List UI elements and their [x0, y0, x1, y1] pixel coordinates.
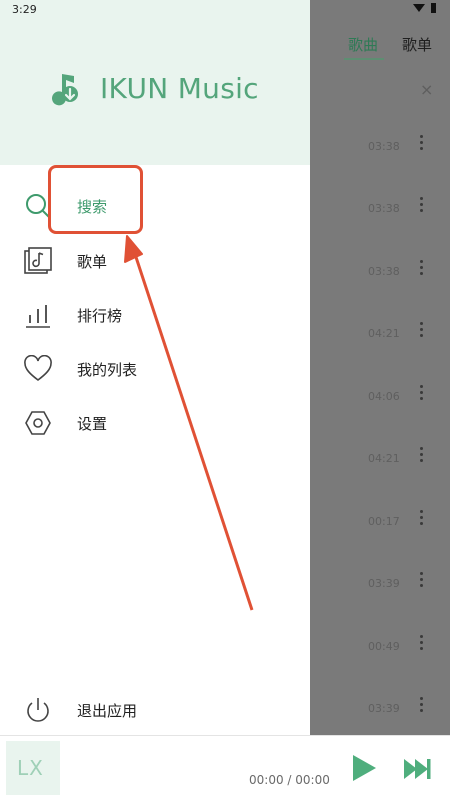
more-options-icon[interactable]	[420, 635, 424, 653]
more-options-icon[interactable]	[420, 447, 424, 465]
album-thumbnail[interactable]: LX	[6, 741, 60, 795]
app-name: IKUN Music	[100, 72, 259, 105]
tab-songs[interactable]: 歌曲	[348, 34, 378, 55]
power-icon	[27, 698, 49, 722]
menu-item-my-list[interactable]: 我的列表	[0, 343, 310, 393]
menu-label-my-list: 我的列表	[77, 361, 138, 379]
list-item[interactable]: 00:49	[310, 635, 450, 702]
menu-label-leaderboard: 排行榜	[77, 307, 123, 325]
song-duration: 00:17	[368, 515, 400, 528]
status-bar: 3:29	[0, 0, 450, 20]
more-options-icon[interactable]	[420, 510, 424, 528]
settings-icon	[25, 411, 51, 435]
status-icons	[412, 2, 438, 17]
more-options-icon[interactable]	[420, 135, 424, 153]
song-duration: 03:39	[368, 702, 400, 715]
song-duration: 03:38	[368, 140, 400, 153]
list-item[interactable]: 03:39	[310, 572, 450, 639]
more-options-icon[interactable]	[420, 260, 424, 278]
song-duration: 03:39	[368, 577, 400, 590]
list-item[interactable]: 00:17	[310, 510, 450, 577]
list-item[interactable]: 03:38	[310, 197, 450, 264]
list-item[interactable]: 04:21	[310, 322, 450, 389]
list-item[interactable]: 04:06	[310, 385, 450, 452]
song-duration: 00:49	[368, 640, 400, 653]
status-time: 3:29	[12, 3, 37, 16]
thumbnail-text: LX	[17, 756, 44, 780]
menu-item-exit[interactable]: 退出应用	[0, 684, 310, 734]
menu-item-search[interactable]: 搜索	[0, 180, 310, 230]
list-item[interactable]: 03:38	[310, 135, 450, 202]
more-options-icon[interactable]	[420, 322, 424, 340]
menu-label-exit: 退出应用	[77, 702, 138, 720]
tab-underline	[344, 58, 384, 60]
close-icon[interactable]: ×	[420, 80, 433, 99]
chart-icon	[26, 305, 50, 328]
music-note-icon	[52, 74, 78, 106]
heart-icon	[24, 355, 52, 382]
menu-item-settings[interactable]: 设置	[0, 397, 310, 447]
more-options-icon[interactable]	[420, 572, 424, 590]
list-item[interactable]: 04:21	[310, 447, 450, 514]
play-icon[interactable]	[350, 753, 378, 783]
drawer-header: IKUN Music	[0, 0, 310, 165]
menu-item-playlist[interactable]: 歌单	[0, 235, 310, 285]
playlist-icon	[24, 247, 52, 274]
list-item[interactable]: 03:38	[310, 260, 450, 327]
song-duration: 04:06	[368, 390, 400, 403]
tab-playlists[interactable]: 歌单	[402, 34, 432, 55]
player-bar: LX 00:00 / 00:00	[0, 735, 450, 800]
song-duration: 03:38	[368, 265, 400, 278]
wifi-battery-icon	[413, 3, 436, 13]
playback-time: 00:00 / 00:00	[249, 773, 330, 787]
skip-next-icon[interactable]	[402, 756, 432, 782]
navigation-drawer: IKUN Music 搜索 歌单 排行榜 我的列表 设置 退出应用	[0, 0, 310, 735]
song-duration: 03:38	[368, 202, 400, 215]
tab-bar: 歌曲 歌单	[310, 30, 450, 60]
menu-item-leaderboard[interactable]: 排行榜	[0, 289, 310, 339]
menu-label-settings: 设置	[77, 415, 108, 433]
more-options-icon[interactable]	[420, 385, 424, 403]
song-duration: 04:21	[368, 452, 400, 465]
more-options-icon[interactable]	[420, 197, 424, 215]
menu-label-playlist: 歌单	[77, 253, 108, 271]
highlight-box	[48, 165, 143, 234]
more-options-icon[interactable]	[420, 697, 424, 715]
song-duration: 04:21	[368, 327, 400, 340]
